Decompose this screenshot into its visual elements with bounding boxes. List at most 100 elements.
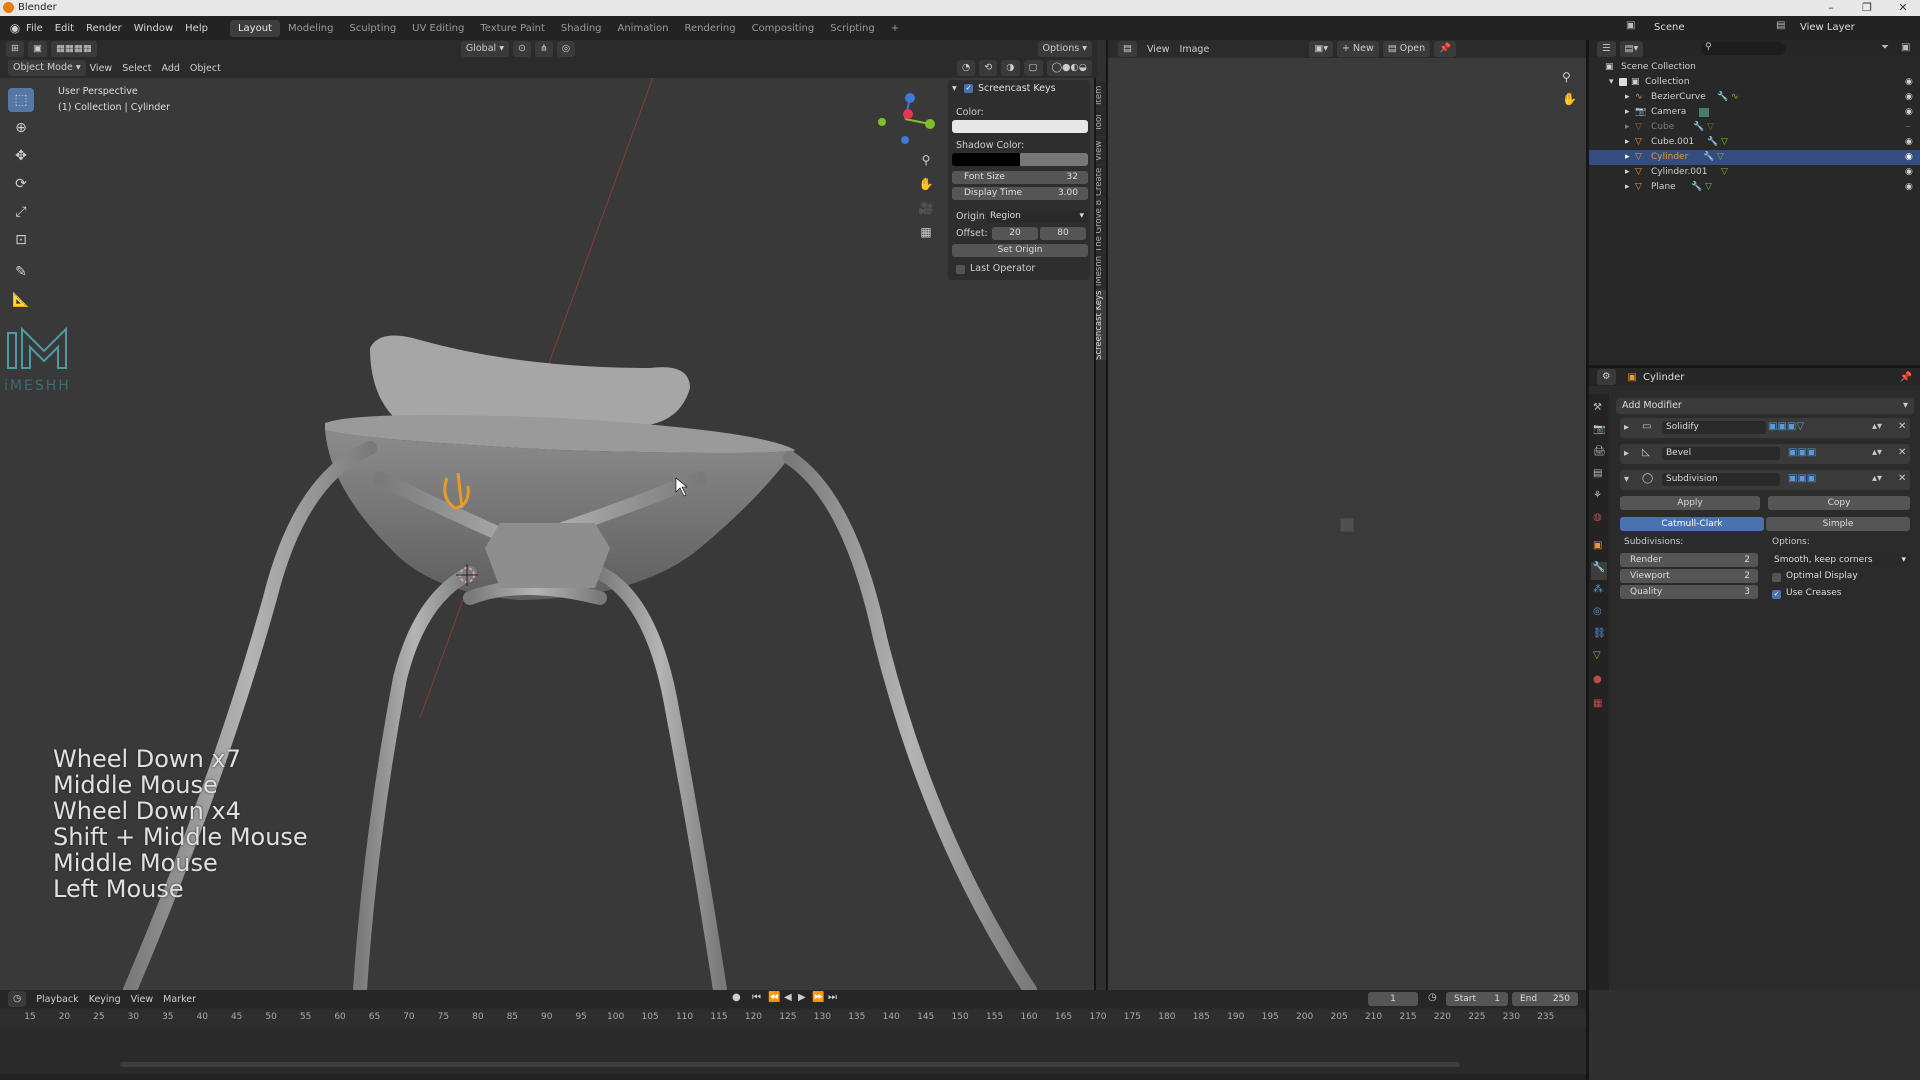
- minimize-button[interactable]: –: [1816, 0, 1846, 16]
- editor-type-icon[interactable]: ⚙: [1597, 369, 1616, 385]
- tab-modeling[interactable]: Modeling: [280, 20, 342, 37]
- play-reverse-icon[interactable]: ◀: [784, 992, 792, 1003]
- pivot-icon[interactable]: ⊙: [512, 41, 531, 57]
- record-icon[interactable]: ●: [732, 992, 741, 1003]
- remove-modifier-icon[interactable]: ✕: [1898, 473, 1906, 484]
- filter-icon[interactable]: ⏷: [1881, 42, 1889, 53]
- jump-start-icon[interactable]: ⏮: [752, 992, 761, 1003]
- jump-end-icon[interactable]: ⏭: [828, 992, 837, 1003]
- remove-modifier-icon[interactable]: ✕: [1898, 447, 1906, 458]
- eye-icon[interactable]: ◉: [1905, 105, 1913, 120]
- editor-type-icon[interactable]: ⊞: [6, 41, 24, 57]
- chevron-down-icon[interactable]: ▾: [1624, 474, 1629, 485]
- menu-view[interactable]: View: [90, 63, 113, 74]
- tab-compositing[interactable]: Compositing: [744, 20, 823, 37]
- new-image-button[interactable]: + New: [1337, 41, 1379, 57]
- jump-keyframe-back-icon[interactable]: ⏪: [768, 992, 780, 1003]
- modifier-visibility-icons[interactable]: ▣▣▣: [1788, 473, 1816, 484]
- outliner-row-collection[interactable]: ▾ ▣ Collection ◉: [1589, 75, 1920, 90]
- view-layer-tab-icon[interactable]: ▤: [1593, 468, 1602, 479]
- timeline-scrollbar[interactable]: [120, 1062, 1460, 1067]
- apply-button[interactable]: Apply: [1620, 496, 1760, 510]
- modifier-tab-icon[interactable]: 🔧: [1591, 562, 1607, 580]
- menu-render[interactable]: Render: [86, 23, 122, 34]
- tab-shading[interactable]: Shading: [553, 20, 610, 37]
- menu-help[interactable]: Help: [185, 23, 208, 34]
- 3d-viewport[interactable]: ⬚ ⊕ ✥ ⟳ ⤢ ⊡ ✎ 📐 User Perspective (1) Col…: [0, 78, 1094, 990]
- play-icon[interactable]: ▶: [798, 992, 806, 1003]
- view-layer-icon[interactable]: ▤: [1776, 20, 1785, 31]
- eye-icon[interactable]: ◉: [1905, 165, 1913, 180]
- add-workspace-icon[interactable]: +: [883, 20, 907, 37]
- current-frame-field[interactable]: 1: [1368, 992, 1418, 1006]
- menu-edit[interactable]: Edit: [55, 23, 74, 34]
- move-up-down-icon[interactable]: ▴▾: [1872, 473, 1882, 484]
- outliner-row-camera[interactable]: ▸ 📷 Camera ◉: [1589, 105, 1920, 120]
- scene-icon[interactable]: ▣: [1626, 20, 1635, 31]
- modifier-visibility-icons[interactable]: ▣▣▣: [1788, 447, 1816, 458]
- eye-icon[interactable]: ◉: [1905, 75, 1913, 90]
- close-button[interactable]: ✕: [1888, 0, 1918, 16]
- area-divider[interactable]: [1094, 78, 1096, 990]
- start-frame-field[interactable]: Start 1: [1446, 992, 1508, 1006]
- eye-closed-icon[interactable]: ⌣: [1905, 120, 1911, 135]
- checkbox-icon[interactable]: [1619, 78, 1627, 86]
- overlay-icon[interactable]: ◑: [1001, 60, 1020, 76]
- editor-type-icon[interactable]: ☰: [1597, 41, 1616, 57]
- tab-animation[interactable]: Animation: [610, 20, 677, 37]
- last-operator-checkbox[interactable]: [956, 265, 965, 274]
- pan-hand-icon[interactable]: ✋: [1562, 92, 1577, 106]
- simple-button[interactable]: Simple: [1766, 517, 1910, 531]
- outliner-row-cube[interactable]: ▸ ▽ Cube 🔧 ▽ ⌣: [1589, 120, 1920, 135]
- menu-playback[interactable]: Playback: [36, 994, 78, 1005]
- modifier-name-field[interactable]: Subdivision: [1662, 473, 1780, 486]
- modifier-name-field[interactable]: Solidify: [1662, 421, 1766, 434]
- tool-tab-icon[interactable]: ⚒: [1593, 402, 1602, 413]
- menu-marker[interactable]: Marker: [163, 994, 196, 1005]
- mode-dropdown[interactable]: Object Mode ▾: [8, 60, 86, 76]
- offset-y-field[interactable]: 80: [1040, 227, 1086, 240]
- tab-uv-editing[interactable]: UV Editing: [404, 20, 472, 37]
- zoom-icon[interactable]: ⚲: [1562, 70, 1571, 84]
- move-up-down-icon[interactable]: ▴▾: [1872, 421, 1882, 432]
- end-frame-field[interactable]: End 250: [1512, 992, 1578, 1006]
- view-layer-name[interactable]: View Layer: [1800, 22, 1855, 33]
- pin-icon[interactable]: 📌: [1900, 372, 1912, 383]
- remove-modifier-icon[interactable]: ✕: [1898, 421, 1906, 432]
- constraints-tab-icon[interactable]: ⛓: [1593, 628, 1606, 639]
- set-origin-button[interactable]: Set Origin: [952, 244, 1088, 257]
- menu-keying[interactable]: Keying: [89, 994, 121, 1005]
- outliner-row-beziercurve[interactable]: ▸ ∿ BezierCurve 🔧 ∿ ◉: [1589, 90, 1920, 105]
- select-box-icon[interactable]: ▣: [27, 41, 47, 57]
- menu-view[interactable]: View: [131, 994, 154, 1005]
- options-dropdown[interactable]: Options ▾: [1037, 41, 1092, 57]
- measure-tool-icon[interactable]: 📐: [8, 288, 34, 312]
- camera-view-icon[interactable]: 🎥: [916, 198, 936, 218]
- modifier-bevel[interactable]: ▸ ◺ Bevel ▣▣▣ ▴▾ ✕: [1620, 444, 1910, 464]
- object-tab-icon[interactable]: ▣: [1593, 540, 1602, 551]
- outliner-row-cylinder-001[interactable]: ▸ ▽ Cylinder.001 ▽ ◉: [1589, 165, 1920, 180]
- select-tool-icon[interactable]: ⬚: [8, 88, 34, 112]
- particles-tab-icon[interactable]: ⁂: [1593, 584, 1603, 595]
- cursor-tool-icon[interactable]: ⊕: [8, 116, 34, 140]
- shading-modes-icon[interactable]: ◯●◐◒: [1046, 60, 1092, 76]
- tab-texture-paint[interactable]: Texture Paint: [472, 20, 553, 37]
- eye-icon[interactable]: ◉: [1905, 150, 1913, 165]
- menu-select[interactable]: Select: [122, 63, 151, 74]
- menu-add[interactable]: Add: [162, 63, 180, 74]
- image-editor[interactable]: ⚲ ✋: [1108, 40, 1586, 990]
- texture-tab-icon[interactable]: ▦: [1593, 698, 1602, 709]
- modifier-name-field[interactable]: Bevel: [1662, 447, 1780, 460]
- outliner-row-cylinder[interactable]: ▸ ▽ Cylinder 🔧 ▽ ◉: [1589, 150, 1920, 165]
- display-mode-icon[interactable]: ▤▾: [1619, 41, 1644, 57]
- proportional-icon[interactable]: ◎: [556, 41, 576, 57]
- uv-smooth-dropdown[interactable]: Smooth, keep corners ▾: [1768, 553, 1910, 567]
- tab-rendering[interactable]: Rendering: [676, 20, 743, 37]
- outliner-row-plane[interactable]: ▸ ▽ Plane 🔧 ▽ ◉: [1589, 180, 1920, 195]
- chevron-right-icon[interactable]: ▸: [1624, 422, 1629, 433]
- ortho-grid-icon[interactable]: ▦: [916, 222, 936, 242]
- use-creases-checkbox[interactable]: ✓: [1772, 590, 1781, 599]
- quality-field[interactable]: Quality 3: [1620, 585, 1758, 599]
- eye-icon[interactable]: ◉: [1905, 135, 1913, 150]
- material-tab-icon[interactable]: ●: [1593, 674, 1602, 685]
